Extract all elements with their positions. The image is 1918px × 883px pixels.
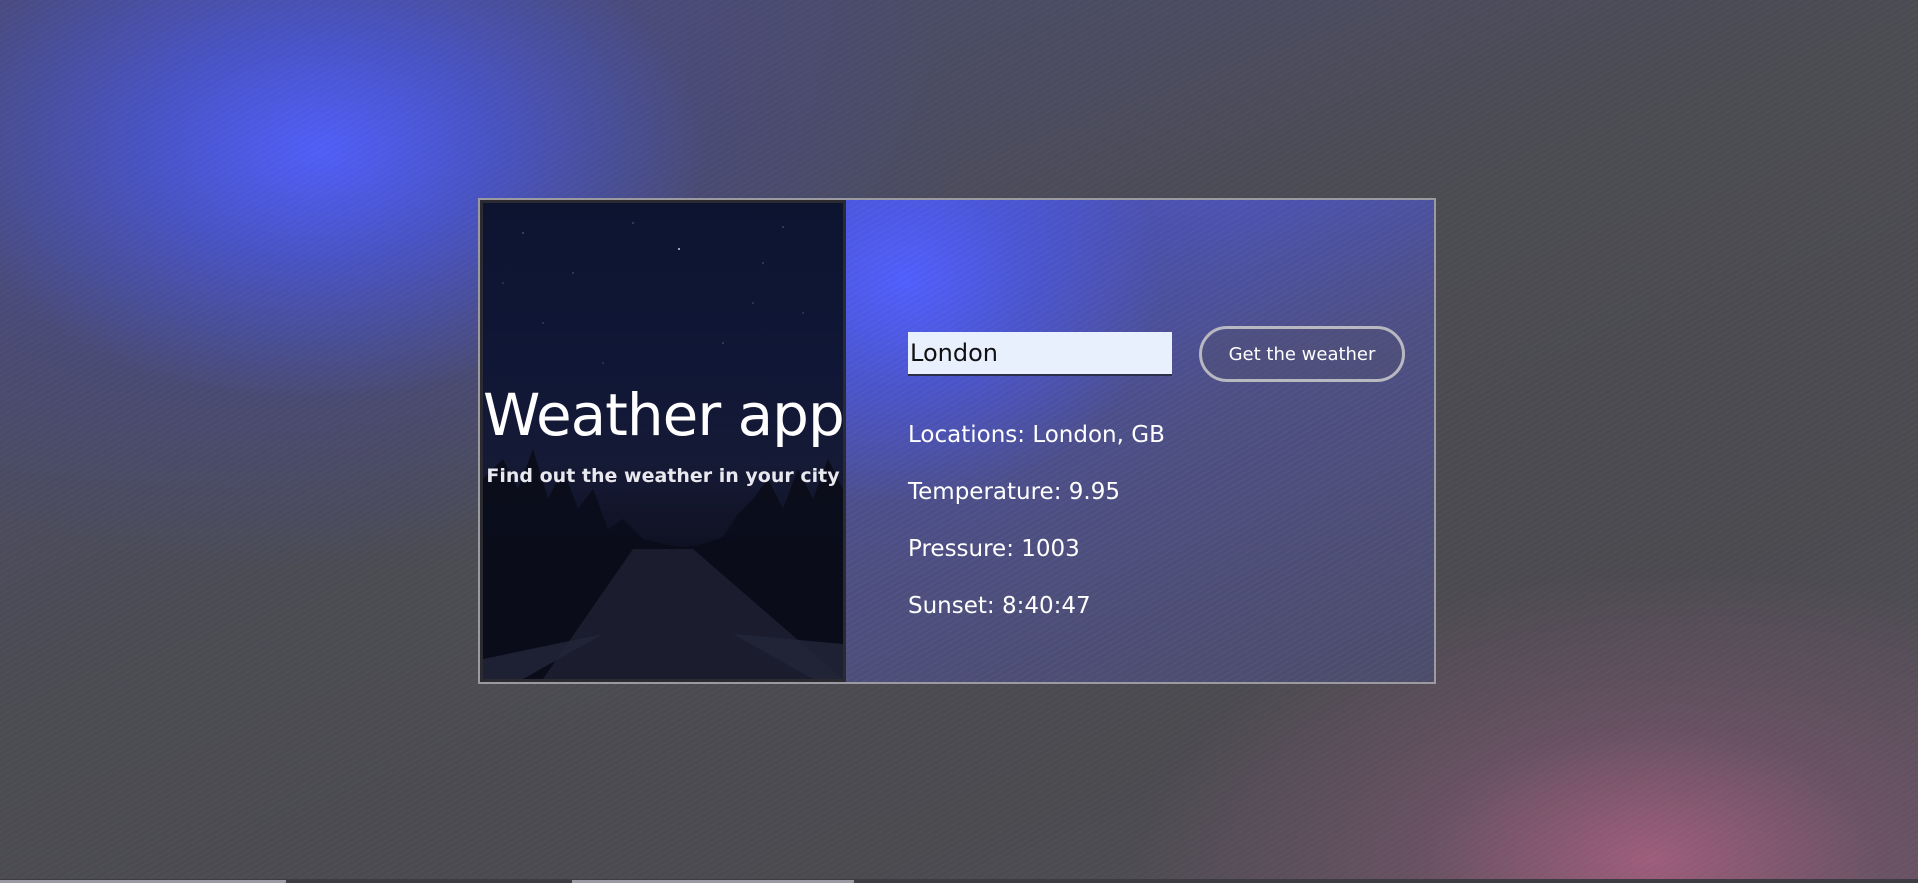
forest-road-image (483, 449, 843, 679)
horizontal-scrollbar[interactable] (0, 879, 1918, 883)
temperature-text: Temperature: 9.95 (908, 479, 1120, 505)
sunset-text: Sunset: 8:40:47 (908, 593, 1091, 619)
weather-form-panel: Get the weather Locations: London, GB Te… (846, 200, 1434, 682)
hero-panel: Weather app Find out the weather in your… (480, 200, 846, 682)
pressure-text: Pressure: 1003 (908, 536, 1080, 562)
app-title: Weather app (483, 381, 844, 449)
weather-card: Weather app Find out the weather in your… (478, 198, 1436, 684)
app-subtitle: Find out the weather in your city (486, 465, 840, 487)
get-weather-button[interactable]: Get the weather (1199, 326, 1405, 382)
location-text: Locations: London, GB (908, 422, 1165, 448)
city-input[interactable] (908, 332, 1172, 376)
